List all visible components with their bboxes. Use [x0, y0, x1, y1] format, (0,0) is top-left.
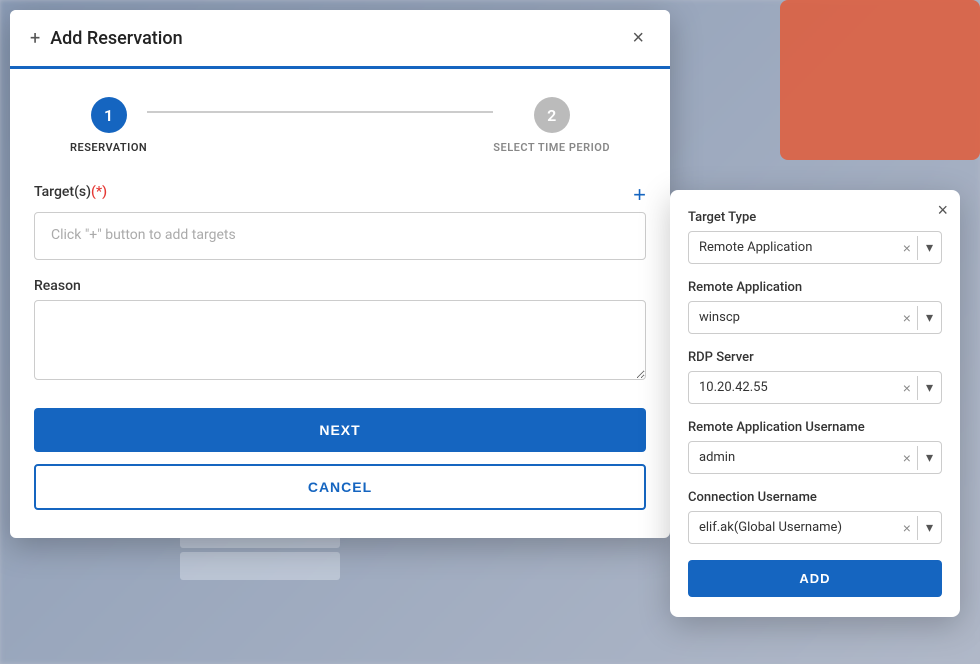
remote-application-field: Remote Application winscp × ▾ [688, 280, 942, 334]
rdp-server-field: RDP Server 10.20.42.55 × ▾ [688, 350, 942, 404]
target-type-label: Target Type [688, 210, 942, 225]
cancel-button[interactable]: CANCEL [34, 464, 646, 510]
remote-app-username-clear-button[interactable]: × [897, 450, 917, 466]
step-1: 1 RESERVATION [70, 97, 147, 154]
connection-username-label: Connection Username [688, 490, 942, 505]
remote-application-clear-button[interactable]: × [897, 310, 917, 326]
step-2-label: SELECT TIME PERIOD [493, 141, 610, 154]
bg-table-row [180, 552, 340, 580]
remote-application-value: winscp [689, 302, 897, 333]
connection-username-value: elif.ak(Global Username) [689, 512, 897, 543]
rdp-server-value: 10.20.42.55 [689, 372, 897, 403]
step-1-circle: 1 [91, 97, 127, 133]
targets-label: Target(s)(*) [34, 184, 107, 200]
rdp-server-arrow-button[interactable]: ▾ [918, 379, 941, 396]
rdp-server-label: RDP Server [688, 350, 942, 365]
remote-application-select[interactable]: winscp × ▾ [688, 301, 942, 334]
rdp-server-select[interactable]: 10.20.42.55 × ▾ [688, 371, 942, 404]
side-panel-close-button[interactable]: × [937, 200, 948, 221]
next-button[interactable]: NEXT [34, 408, 646, 452]
connection-username-arrow-button[interactable]: ▾ [918, 519, 941, 536]
side-add-button[interactable]: ADD [688, 560, 942, 597]
target-type-field: Target Type Remote Application × ▾ [688, 210, 942, 264]
remote-application-label: Remote Application [688, 280, 942, 295]
targets-row: Target(s)(*) + [34, 184, 646, 206]
target-type-panel: × Target Type Remote Application × ▾ Rem… [670, 190, 960, 617]
target-type-arrow-button[interactable]: ▾ [918, 239, 941, 256]
remote-app-username-label: Remote Application Username [688, 420, 942, 435]
remote-app-username-field: Remote Application Username admin × ▾ [688, 420, 942, 474]
dialog-header: + Add Reservation × [10, 10, 670, 69]
step-2: 2 SELECT TIME PERIOD [493, 97, 610, 154]
add-reservation-dialog: + Add Reservation × 1 RESERVATION 2 SELE… [10, 10, 670, 538]
remote-application-arrow-button[interactable]: ▾ [918, 309, 941, 326]
target-type-select[interactable]: Remote Application × ▾ [688, 231, 942, 264]
dialog-header-left: + Add Reservation [30, 28, 183, 49]
dialog-close-button[interactable]: × [626, 26, 650, 50]
targets-placeholder: Click "+" button to add targets [34, 212, 646, 260]
required-star: (*) [91, 184, 107, 200]
remote-app-username-select[interactable]: admin × ▾ [688, 441, 942, 474]
dialog-title: Add Reservation [50, 28, 182, 49]
connection-username-field: Connection Username elif.ak(Global Usern… [688, 490, 942, 544]
plus-icon: + [30, 28, 40, 49]
stepper: 1 RESERVATION 2 SELECT TIME PERIOD [10, 69, 670, 174]
reason-label: Reason [34, 278, 646, 294]
target-type-value: Remote Application [689, 232, 897, 263]
add-target-button[interactable]: + [633, 184, 646, 206]
bg-orange-card [780, 0, 980, 160]
connection-username-clear-button[interactable]: × [897, 520, 917, 536]
step-1-label: RESERVATION [70, 141, 147, 154]
reason-textarea[interactable] [34, 300, 646, 380]
remote-app-username-arrow-button[interactable]: ▾ [918, 449, 941, 466]
rdp-server-clear-button[interactable]: × [897, 380, 917, 396]
target-type-clear-button[interactable]: × [897, 240, 917, 256]
step-line [147, 111, 493, 113]
dialog-body: Target(s)(*) + Click "+" button to add t… [10, 174, 670, 538]
step-2-circle: 2 [534, 97, 570, 133]
remote-app-username-value: admin [689, 442, 897, 473]
connection-username-select[interactable]: elif.ak(Global Username) × ▾ [688, 511, 942, 544]
